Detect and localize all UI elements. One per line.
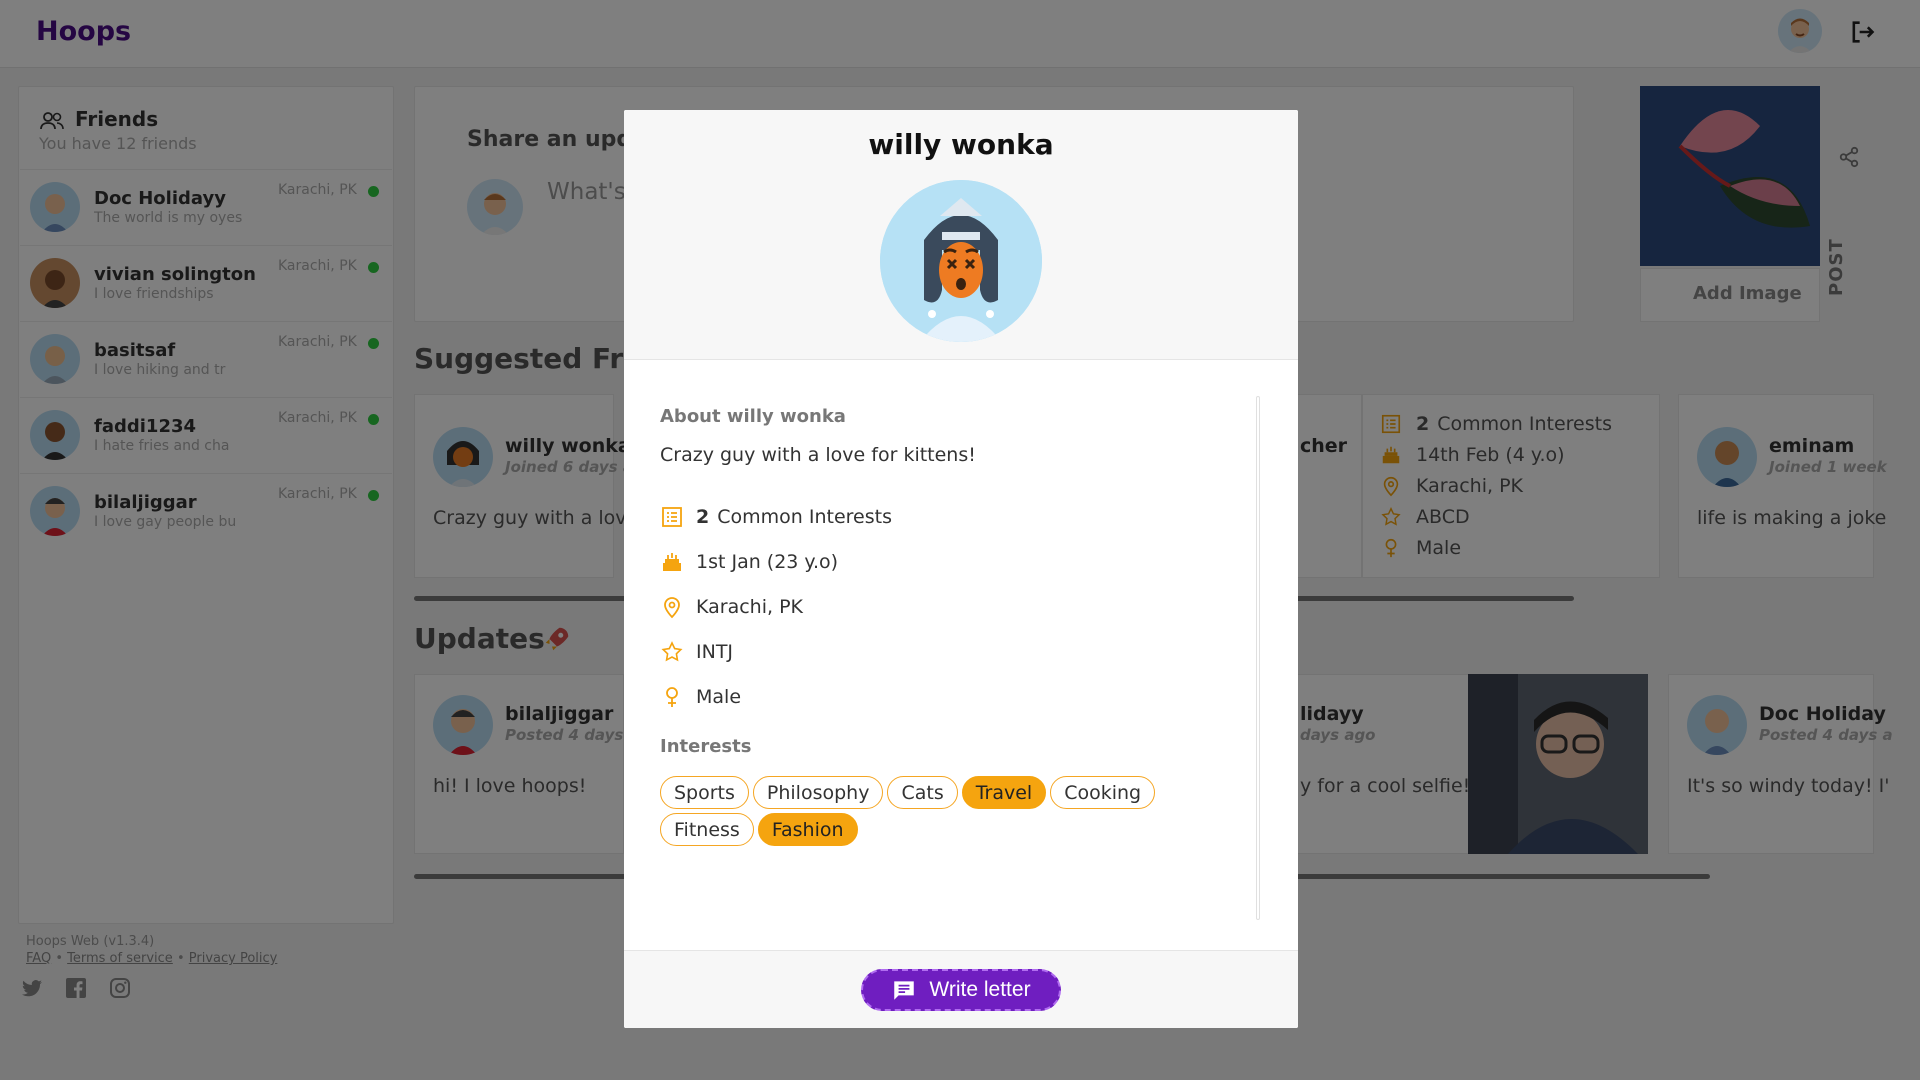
profile-modal: willy wonka About willy wonka Crazy guy … xyxy=(624,110,1298,1028)
interest-chip: Philosophy xyxy=(752,776,884,809)
gender-label: Male xyxy=(696,685,742,708)
profile-details: 2 Common Interests 1st Jan (23 y.o) Kara… xyxy=(660,494,892,719)
interest-chip: Sports xyxy=(660,776,749,809)
common-interests-count: 2 xyxy=(696,505,710,528)
interest-chip: Fitness xyxy=(660,813,754,846)
profile-name: willy wonka xyxy=(868,128,1054,161)
common-interests-label: Common Interests xyxy=(717,505,892,528)
common-interests: 2 Common Interests xyxy=(660,494,892,539)
interest-chip: Cats xyxy=(887,776,958,809)
interest-chip: Travel xyxy=(961,776,1047,809)
birthday-label: 1st Jan (23 y.o) xyxy=(696,550,839,573)
personality-label: INTJ xyxy=(696,640,734,663)
about-text: Crazy guy with a love for kittens! xyxy=(660,444,976,466)
modal-scrollbar[interactable] xyxy=(1256,396,1260,920)
interest-chip: Fashion xyxy=(757,813,858,846)
about-title: About willy wonka xyxy=(660,406,846,427)
location-pin-icon xyxy=(664,596,680,618)
message-icon xyxy=(894,981,915,1000)
personality: INTJ xyxy=(660,629,892,674)
profile-avatar xyxy=(880,180,1042,342)
gender: Male xyxy=(660,674,892,719)
list-icon xyxy=(662,506,682,527)
interests-title: Interests xyxy=(660,736,752,757)
modal-body: About willy wonka Crazy guy with a love … xyxy=(624,360,1298,934)
modal-footer: Write letter xyxy=(624,950,1298,1028)
star-icon xyxy=(661,640,683,661)
write-letter-label: Write letter xyxy=(929,978,1031,1001)
modal-header: willy wonka xyxy=(624,110,1298,360)
write-letter-button[interactable]: Write letter xyxy=(861,969,1061,1011)
interest-chip: Cooking xyxy=(1050,776,1156,809)
location-label: Karachi, PK xyxy=(696,595,803,618)
interests-list: Sports Philosophy Cats Travel Cooking Fi… xyxy=(660,776,1250,846)
cake-icon xyxy=(663,552,681,571)
location: Karachi, PK xyxy=(660,584,892,629)
birthday: 1st Jan (23 y.o) xyxy=(660,539,892,584)
gender-icon xyxy=(666,686,678,707)
